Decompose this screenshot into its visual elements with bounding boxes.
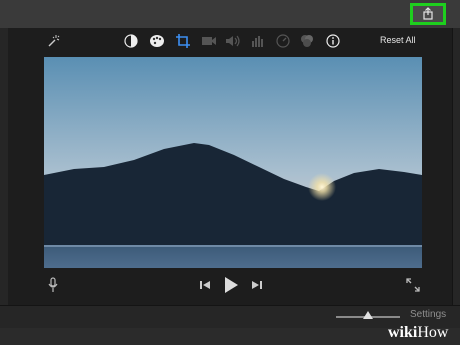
share-icon xyxy=(423,7,433,20)
skip-forward-icon[interactable] xyxy=(250,278,264,292)
clip-filter-icon[interactable] xyxy=(298,32,316,50)
settings-button[interactable]: Settings xyxy=(410,309,446,320)
speed-icon[interactable] xyxy=(274,32,292,50)
skip-back-icon[interactable] xyxy=(198,278,212,292)
watermark-logo: wikiHow xyxy=(388,324,449,341)
right-panel-edge xyxy=(452,28,460,305)
play-icon[interactable] xyxy=(222,275,240,295)
adjustment-toolbar: Reset All xyxy=(8,28,452,54)
fullscreen-icon[interactable] xyxy=(405,277,421,293)
mountain-lake-frame xyxy=(44,57,422,268)
title-bar xyxy=(0,0,460,29)
microphone-icon[interactable] xyxy=(46,276,60,294)
share-button[interactable] xyxy=(410,3,446,25)
stabilization-icon[interactable] xyxy=(200,32,218,50)
color-palette-icon[interactable] xyxy=(148,32,166,50)
magic-wand-icon[interactable] xyxy=(44,32,62,50)
playback-controls xyxy=(8,270,452,300)
zoom-slider-thumb[interactable] xyxy=(363,311,373,319)
volume-icon[interactable] xyxy=(224,32,242,50)
crop-icon[interactable] xyxy=(174,32,192,50)
info-icon[interactable] xyxy=(324,32,342,50)
noise-equalizer-icon[interactable] xyxy=(249,32,267,50)
video-preview[interactable] xyxy=(44,57,422,268)
reset-all-button[interactable]: Reset All xyxy=(380,35,416,45)
color-balance-icon[interactable] xyxy=(122,32,140,50)
